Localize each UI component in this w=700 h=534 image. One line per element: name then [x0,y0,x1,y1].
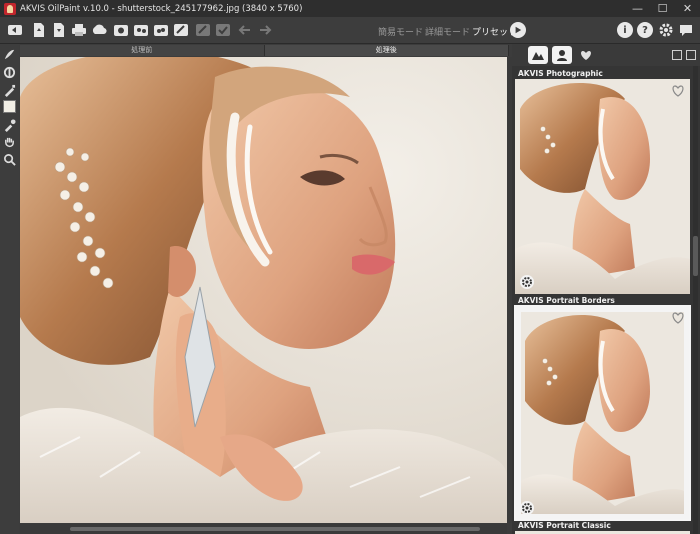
list-view-icon[interactable] [672,50,682,60]
brush-stroke-icon[interactable] [2,47,17,62]
publish-icon[interactable] [90,21,108,39]
window-title: AKVIS OilPaint v.10.0 - shutterstock_245… [20,3,303,14]
preset-thumbnail-portrait-borders[interactable] [514,305,691,521]
painted-portrait-image [20,57,507,523]
preset-name: AKVIS Portrait Classic [518,521,611,530]
image-canvas[interactable] [20,57,507,523]
preset-name: AKVIS Photographic [518,69,603,78]
presets-panel: AKVIS Photographic AKVIS Portrait Border… [512,44,700,534]
save-icon[interactable] [50,21,68,39]
favorite-heart-icon[interactable] [671,311,685,324]
main-toolbar: 簡易モード 詳細モード プリセット i ? [0,17,700,44]
preset-settings-gear-icon[interactable] [519,500,535,516]
smart-brush-icon[interactable] [2,65,17,80]
print-icon[interactable] [70,21,88,39]
eyedropper-icon[interactable] [2,118,17,133]
preset-category-tabs [512,44,700,66]
plugin-icon[interactable] [132,21,150,39]
open-icon[interactable] [30,21,48,39]
advanced-mode-link[interactable]: 詳細モード [425,25,470,38]
home-icon[interactable] [6,21,24,39]
minimize-button[interactable]: — [625,0,650,17]
undo-icon[interactable] [236,21,254,39]
view-tabs: 処理前 処理後 [20,45,509,56]
tool-palette [0,44,19,534]
grid-view-icon[interactable] [686,50,696,60]
favorites-tab[interactable] [576,46,596,64]
run-icon[interactable] [194,21,212,39]
gear-icon[interactable] [657,21,675,39]
color-swatch[interactable] [3,100,16,113]
history-brush-icon[interactable] [2,83,17,98]
tab-before[interactable]: 処理前 [20,45,265,56]
batch-icon[interactable] [112,21,130,39]
portrait-presets-tab[interactable] [552,46,572,64]
close-button[interactable]: ✕ [675,0,700,17]
apply-icon[interactable] [214,21,232,39]
maximize-button[interactable]: ☐ [650,0,675,17]
canvas-horizontal-scrollbar[interactable] [20,524,507,534]
preset-settings-gear-icon[interactable] [519,274,535,290]
redo-icon[interactable] [256,21,274,39]
preset-name: AKVIS Portrait Borders [518,296,615,305]
tab-after[interactable]: 処理後 [264,45,509,56]
simple-mode-link[interactable]: 簡易モード [378,25,423,38]
preset-thumbnail-photographic[interactable] [515,79,690,294]
preset-list: AKVIS Photographic AKVIS Portrait Border… [512,66,692,534]
favorite-heart-icon[interactable] [671,84,685,97]
window-controls: — ☐ ✕ [625,0,700,17]
akvis-logo-icon [4,2,16,15]
landscape-presets-tab[interactable] [528,46,548,64]
help-icon[interactable]: ? [637,22,653,38]
presets-scroll-thumb[interactable] [693,236,698,276]
play-icon[interactable] [510,22,526,38]
info-icon[interactable]: i [617,22,633,38]
app-window: AKVIS OilPaint v.10.0 - shutterstock_245… [0,0,700,534]
hand-icon[interactable] [2,135,17,150]
horizontal-scroll-thumb[interactable] [70,527,480,531]
presets-scrollbar[interactable] [693,66,698,534]
zoom-icon[interactable] [2,152,17,167]
preferences-icon[interactable] [152,21,170,39]
title-bar: AKVIS OilPaint v.10.0 - shutterstock_245… [0,0,700,17]
share-icon[interactable] [172,21,190,39]
messages-icon[interactable] [677,21,695,39]
